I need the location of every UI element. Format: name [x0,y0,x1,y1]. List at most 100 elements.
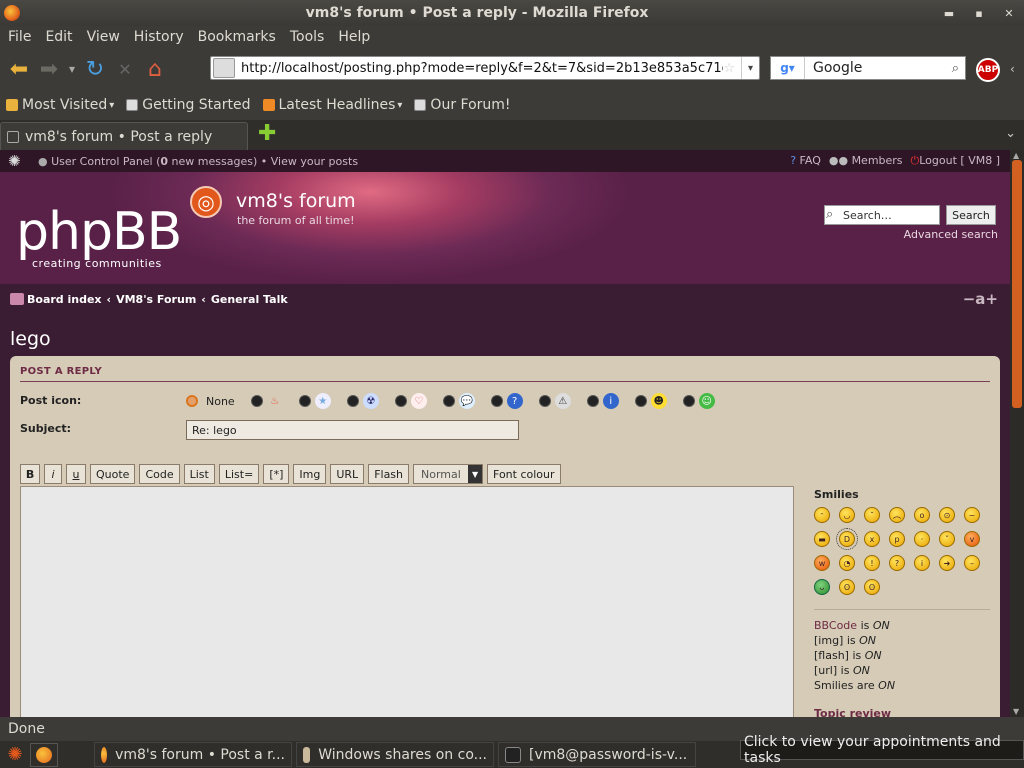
forum-search-button[interactable]: Search [946,205,996,225]
menu-help[interactable]: Help [338,29,370,45]
font-size-select[interactable]: Normal ▼ [413,464,484,484]
url-text[interactable]: http://localhost/posting.php?mode=reply&… [235,61,723,76]
post-icon-radio[interactable] [346,395,359,407]
phpbb-logo[interactable]: phpBB creating communities [16,206,182,269]
smiley-mad-icon[interactable]: x [864,531,880,547]
post-icon-radio-none[interactable] [186,395,198,407]
post-icon-radio[interactable] [634,395,647,407]
magnifier-icon[interactable]: ⌕ [952,61,959,76]
smiley-exclaim-icon[interactable]: ! [864,555,880,571]
menu-history[interactable]: History [134,29,184,45]
faq-link[interactable]: ? FAQ [790,154,821,168]
list-button[interactable]: List [183,464,215,484]
smiley-surprised-icon[interactable]: o [914,507,930,523]
reload-icon[interactable]: ↻ [80,54,110,84]
smiley-neutral-icon[interactable]: – [964,555,980,571]
bookmark-star-icon[interactable]: ☆ [723,61,735,76]
toolbar-overflow-icon[interactable]: ‹ [1010,62,1015,76]
history-dropdown-icon[interactable]: ▾ [64,54,80,84]
post-icon-radio[interactable] [682,395,695,407]
scroll-down-icon[interactable]: ▼ [1013,707,1019,716]
search-bar[interactable]: g▾ Google ⌕ [770,56,966,80]
smiley-geek-icon[interactable]: ʘ [839,579,855,595]
url-bar[interactable]: http://localhost/posting.php?mode=reply&… [210,56,760,80]
font-colour-button[interactable]: Font colour [487,464,561,484]
post-icon-radio[interactable] [394,395,407,407]
smiley-cool-icon[interactable]: ▬ [814,531,830,547]
smiley-oops-icon[interactable]: · [914,531,930,547]
forward-arrow-icon[interactable]: ➡ [34,54,64,84]
back-arrow-icon[interactable]: ⬅ [4,54,34,84]
menu-view[interactable]: View [87,29,120,45]
firefox-launcher[interactable] [30,742,58,767]
subject-input[interactable]: Re: lego [186,420,519,440]
tab-forum-post-reply[interactable]: vm8's forum • Post a reply [0,122,248,150]
smiley-question-icon[interactable]: ? [889,555,905,571]
smiley-biggrin-icon[interactable]: ᵔ [814,507,830,523]
post-icon-radio[interactable] [586,395,599,407]
smiley-cry-icon[interactable]: ˇ [939,531,955,547]
breadcrumb-vm8-forum[interactable]: VM8's Forum [116,293,196,306]
menu-edit[interactable]: Edit [45,29,72,45]
bold-button[interactable]: B [20,464,40,484]
smiley-rolleyes-icon[interactable]: ◔ [839,555,855,571]
forum-search-input[interactable]: Search… [824,205,940,225]
smiley-confused-icon[interactable]: ~ [964,507,980,523]
page-title[interactable]: lego [10,328,51,350]
smiley-wink-icon[interactable]: ˘ [864,507,880,523]
bookmark-latest-headlines[interactable]: Latest Headlines ▾ [262,97,402,113]
stop-icon[interactable]: ✕ [110,54,140,84]
url-dropdown-icon[interactable]: ▾ [741,57,759,79]
new-tab-plus-icon[interactable]: ✚ [258,121,276,146]
message-textarea[interactable] [20,486,794,717]
adblock-plus-icon[interactable]: ABP [976,58,1000,82]
search-engine-google-icon[interactable]: g▾ [771,57,805,79]
logout-link[interactable]: ⏻Logout [ VM8 ] [911,154,1000,168]
bookmark-most-visited[interactable]: Most Visited ▾ [6,97,114,113]
advanced-search-link[interactable]: Advanced search [904,228,998,241]
menu-tools[interactable]: Tools [290,29,325,45]
post-icon-radio[interactable] [538,395,551,407]
ubuntu-menu-icon[interactable]: ✺ [0,744,30,765]
url-button[interactable]: URL [330,464,365,484]
page-scrollbar[interactable]: ▲ ▼ [1010,150,1024,717]
bookmark-our-forum[interactable]: Our Forum! [414,97,511,113]
smiley-sad-icon[interactable]: ︵ [889,507,905,523]
smiley-eek-icon[interactable]: ⊙ [939,507,955,523]
quote-button[interactable]: Quote [90,464,136,484]
tab-list-chevron-icon[interactable]: ⌄ [1005,126,1016,141]
font-resize-control[interactable]: −a+ [963,290,998,308]
post-icon-radio[interactable] [250,395,263,407]
smiley-mrgreen-icon[interactable]: ᴗ [814,579,830,595]
list-item-button[interactable]: [*] [263,464,290,484]
img-button[interactable]: Img [293,464,327,484]
smiley-twisted-icon[interactable]: w [814,555,830,571]
members-link[interactable]: ●● Members [829,154,903,168]
post-icon-radio[interactable] [490,395,503,407]
taskbar-item-firefox[interactable]: vm8's forum • Post a r... [94,742,292,767]
italic-button[interactable]: i [44,464,62,484]
underline-button[interactable]: u [66,464,86,484]
user-control-panel-link[interactable]: ● User Control Panel (0 new messages) • … [38,155,358,168]
topic-review-heading[interactable]: Topic review [814,707,990,717]
breadcrumb-board-index[interactable]: Board index [27,293,102,306]
home-icon[interactable]: ⌂ [140,54,170,84]
site-identity-icon[interactable] [213,58,235,78]
menu-file[interactable]: File [8,29,31,45]
smiley-arrow-icon[interactable]: ➜ [939,555,955,571]
smiley-lol-icon[interactable]: D [836,528,858,550]
search-input[interactable]: Google [805,60,952,76]
bookmark-getting-started[interactable]: Getting Started [126,97,251,113]
smiley-razz-icon[interactable]: p [889,531,905,547]
smiley-ugeek-icon[interactable]: ʘ [864,579,880,595]
smiley-idea-icon[interactable]: i [914,555,930,571]
code-button[interactable]: Code [139,464,180,484]
flash-button[interactable]: Flash [368,464,410,484]
post-icon-radio[interactable] [442,395,455,407]
ordered-list-button[interactable]: List= [218,464,260,484]
minimize-icon[interactable]: ▬ [934,7,964,20]
taskbar-item-windows-shares[interactable]: Windows shares on co... [296,742,494,767]
taskbar-item-terminal[interactable]: [vm8@password-is-v... [498,742,696,767]
menu-bookmarks[interactable]: Bookmarks [198,29,276,45]
maximize-icon[interactable]: ▪ [964,7,994,20]
